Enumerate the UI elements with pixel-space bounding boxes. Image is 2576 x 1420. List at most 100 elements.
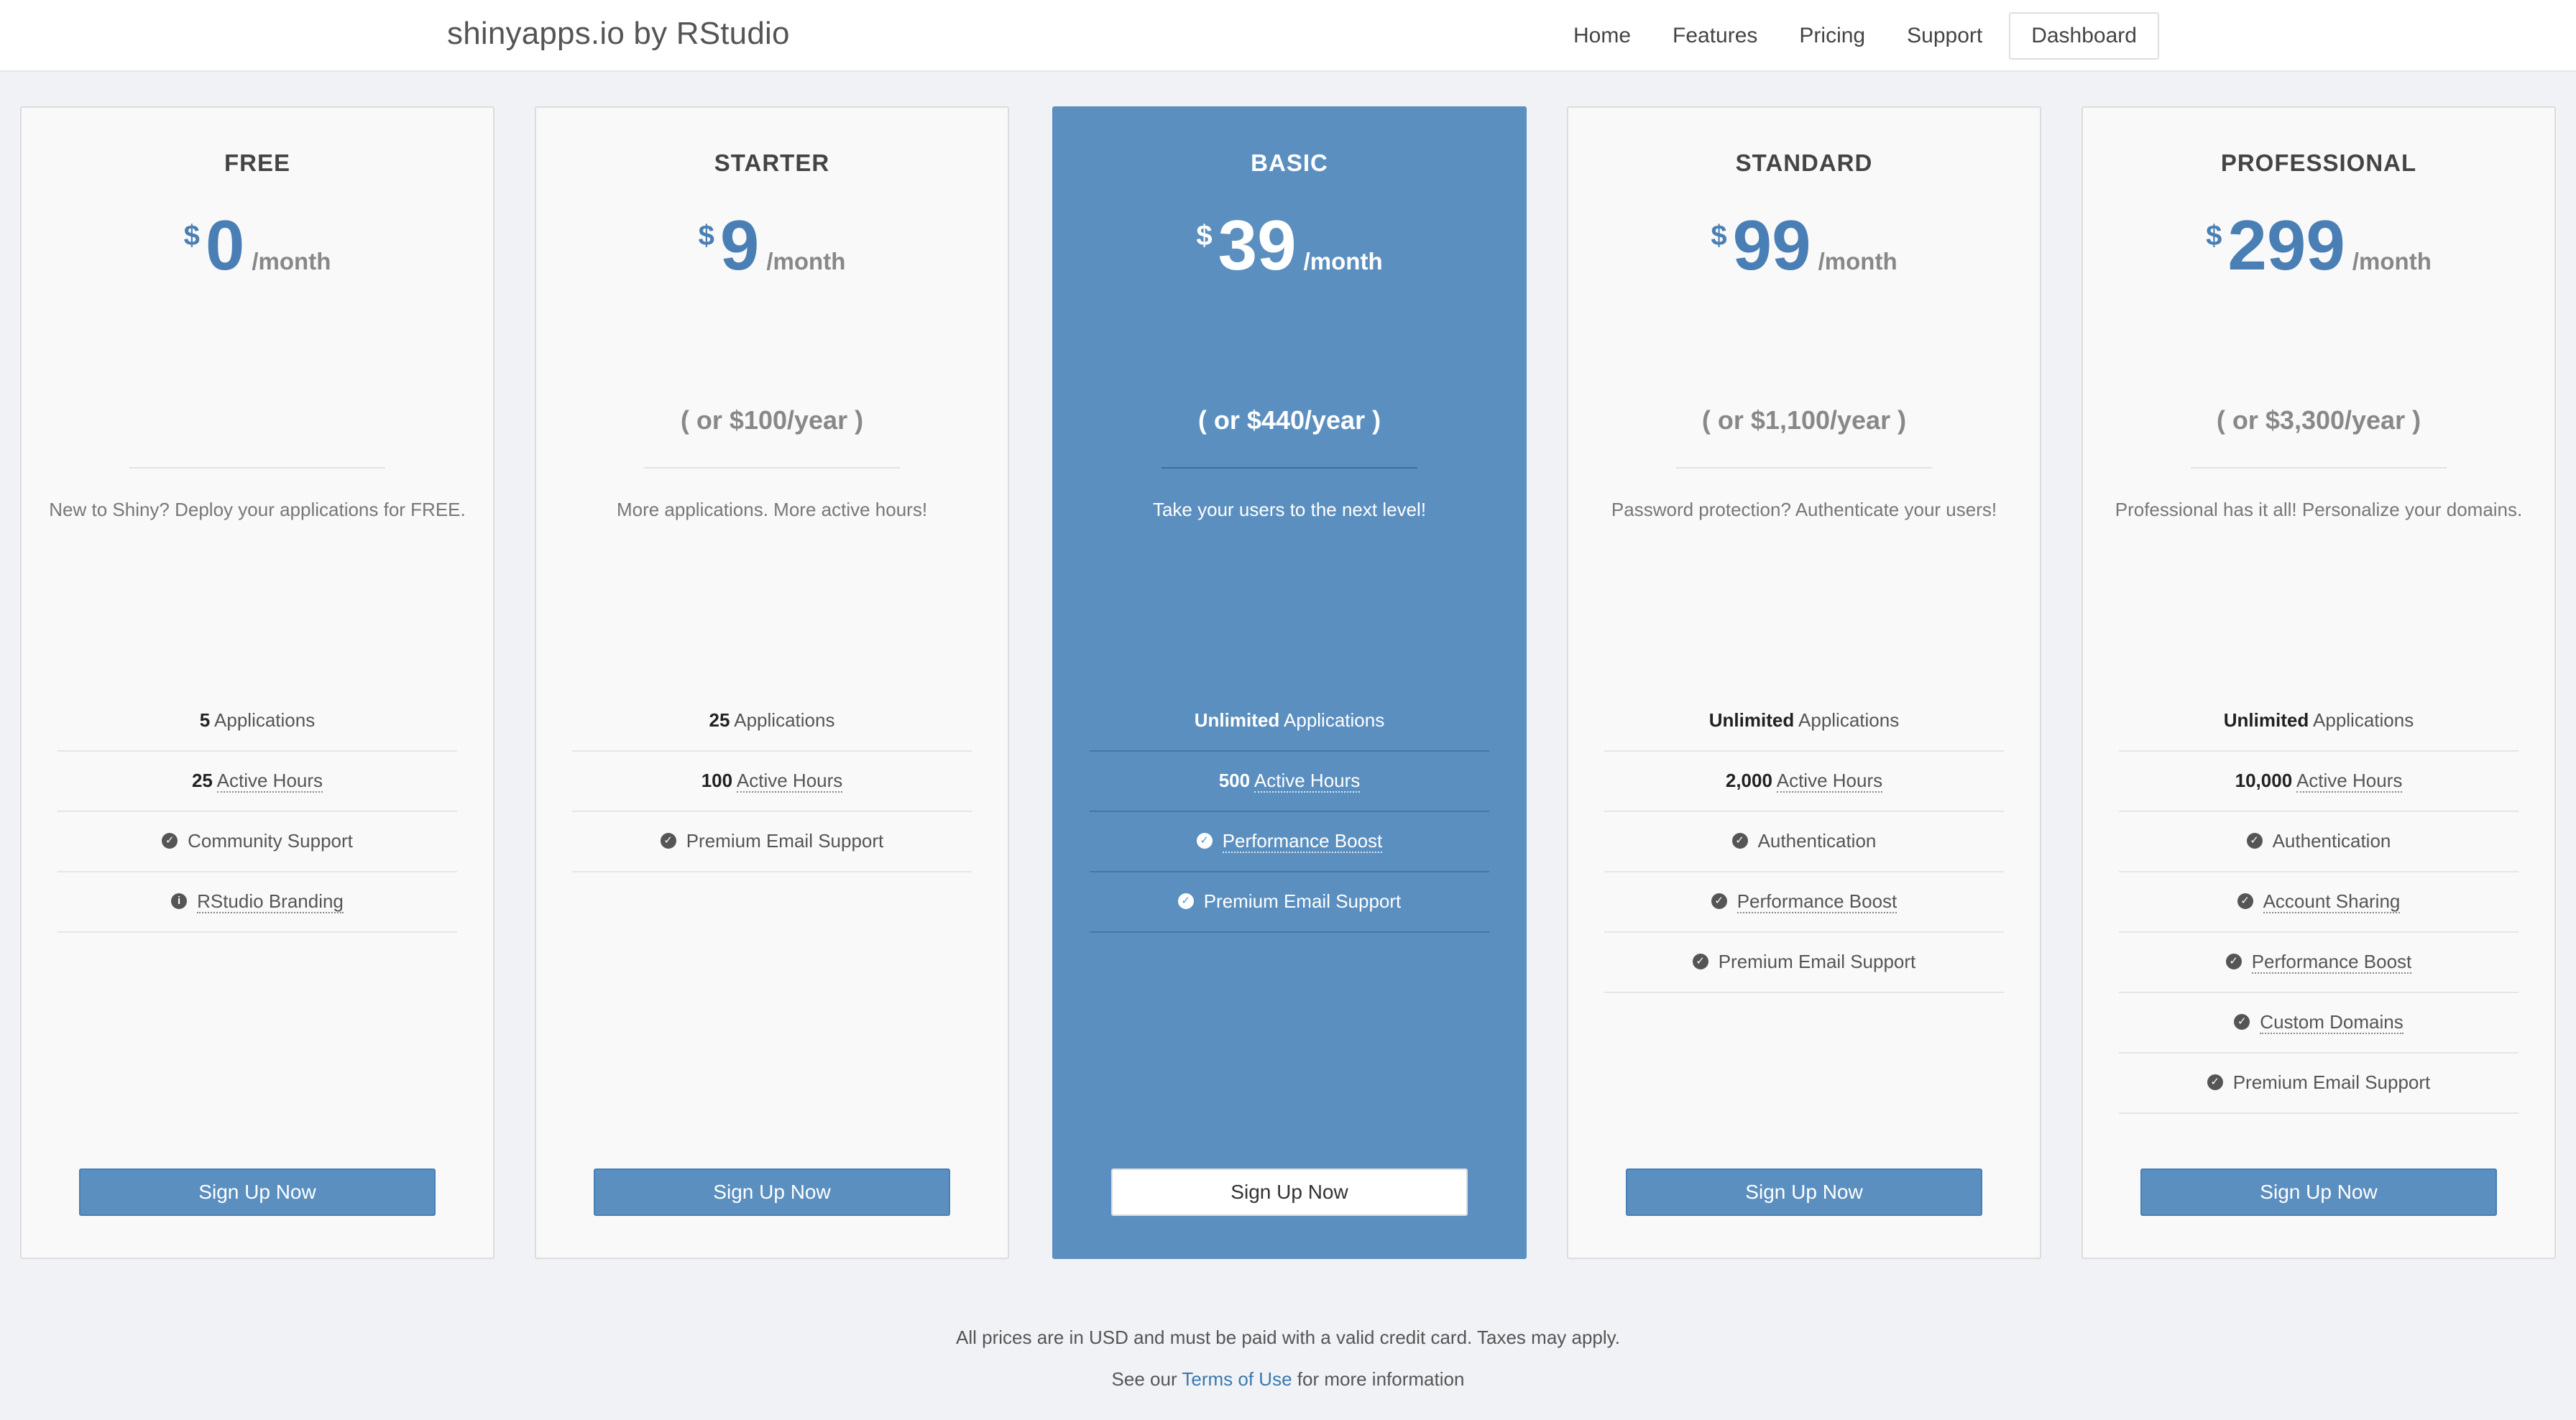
feature-item: ✓ Authentication bbox=[2119, 812, 2518, 872]
nav-features-link[interactable]: Features bbox=[1652, 14, 1778, 58]
yearly-price: ( or $100/year ) bbox=[680, 405, 864, 435]
check-circle-icon: ✓ bbox=[1711, 893, 1727, 910]
feature-label: Applications bbox=[1798, 709, 1900, 731]
feature-label: Premium Email Support bbox=[1203, 890, 1402, 912]
feature-list: Unlimited Applications 10,000 Active Hour… bbox=[2119, 691, 2518, 1114]
feature-label: Community Support bbox=[188, 830, 353, 852]
check-circle-icon: ✓ bbox=[1731, 833, 1748, 849]
feature-label[interactable]: Performance Boost bbox=[2251, 951, 2412, 974]
feature-label: Applications bbox=[214, 709, 316, 731]
sign-up-button[interactable]: Sign Up Now bbox=[1626, 1168, 1982, 1216]
feature-item: ✓ Performance Boost bbox=[1604, 872, 2004, 933]
check-circle-icon: ✓ bbox=[2237, 893, 2253, 910]
currency-symbol: $ bbox=[1196, 220, 1213, 252]
sign-up-button[interactable]: Sign Up Now bbox=[1111, 1168, 1468, 1216]
plan-name: STANDARD bbox=[1735, 149, 1873, 176]
plan-card-professional: PROFESSIONAL $299/month ( or $3,300/year )… bbox=[2082, 106, 2556, 1259]
feature-item: 5 Applications bbox=[58, 691, 457, 752]
main-nav: Home Features Pricing Support Dashboard bbox=[1552, 12, 2159, 60]
currency-symbol: $ bbox=[1711, 220, 1727, 252]
plan-description: Password protection? Authenticate your u… bbox=[1611, 499, 1997, 520]
plan-name: STARTER bbox=[714, 149, 830, 176]
price-amount: 9 bbox=[719, 206, 760, 285]
feature-label: Applications bbox=[734, 709, 835, 731]
price-amount: 0 bbox=[205, 206, 245, 285]
currency-symbol: $ bbox=[698, 220, 714, 252]
price-amount: 39 bbox=[1218, 206, 1297, 285]
feature-label[interactable]: Active Hours bbox=[736, 770, 843, 793]
feature-label[interactable]: RStudio Branding bbox=[197, 890, 344, 913]
price-divider bbox=[1162, 467, 1417, 469]
pricing-footnote: All prices are in USD and must be paid w… bbox=[956, 1327, 1620, 1348]
check-circle-icon: ✓ bbox=[2225, 954, 2242, 970]
brand-logo-text[interactable]: shinyapps.io by RStudio bbox=[447, 16, 790, 52]
price-period: /month bbox=[1303, 248, 1383, 275]
info-circle-icon: i bbox=[171, 893, 188, 910]
feature-label[interactable]: Active Hours bbox=[1254, 770, 1361, 793]
feature-item: ✓ Premium Email Support bbox=[2119, 1054, 2518, 1114]
feature-label: Premium Email Support bbox=[686, 830, 884, 852]
feature-item: ✓ Account Sharing bbox=[2119, 872, 2518, 933]
price-amount: 299 bbox=[2227, 206, 2345, 285]
feature-label[interactable]: Custom Domains bbox=[2260, 1011, 2404, 1034]
feature-item: ✓ Premium Email Support bbox=[1604, 933, 2004, 993]
feature-label: Applications bbox=[1284, 709, 1385, 731]
check-circle-icon: ✓ bbox=[1196, 833, 1213, 849]
price-divider bbox=[1676, 467, 1932, 469]
nav-pricing-link[interactable]: Pricing bbox=[1778, 14, 1886, 58]
sign-up-button[interactable]: Sign Up Now bbox=[79, 1168, 436, 1216]
plan-price: $299/month bbox=[2083, 210, 2554, 280]
check-circle-icon: ✓ bbox=[660, 833, 676, 849]
feature-item: 100 Active Hours bbox=[572, 752, 972, 812]
feature-value: 10,000 bbox=[2235, 770, 2293, 791]
feature-item: 25 Active Hours bbox=[58, 752, 457, 812]
feature-list: Unlimited Applications 500 Active Hours ✓ P… bbox=[1090, 691, 1489, 933]
feature-value: 500 bbox=[1218, 770, 1251, 791]
feature-value: Unlimited bbox=[2223, 709, 2309, 731]
feature-value: Unlimited bbox=[1194, 709, 1280, 731]
nav-support-link[interactable]: Support bbox=[1886, 14, 2003, 58]
price-divider bbox=[129, 467, 385, 469]
plan-description: Take your users to the next level! bbox=[1152, 499, 1427, 520]
plan-name: FREE bbox=[224, 149, 290, 176]
plan-card-basic: BASIC $39/month ( or $440/year ) Take your … bbox=[1052, 106, 1527, 1259]
nav-dashboard-button[interactable]: Dashboard bbox=[2009, 12, 2159, 60]
feature-item: 10,000 Active Hours bbox=[2119, 752, 2518, 812]
price-divider bbox=[2191, 467, 2447, 469]
feature-label[interactable]: Account Sharing bbox=[2263, 890, 2401, 913]
plan-description: More applications. More active hours! bbox=[616, 499, 928, 520]
feature-item: ✓ Performance Boost bbox=[1090, 812, 1489, 872]
feature-item: ✓ Authentication bbox=[1604, 812, 2004, 872]
feature-label: Authentication bbox=[2272, 830, 2391, 852]
yearly-price: ( or $440/year ) bbox=[1197, 405, 1381, 435]
feature-label[interactable]: Active Hours bbox=[1776, 770, 1883, 793]
feature-label[interactable]: Active Hours bbox=[2296, 770, 2403, 793]
feature-value: 2,000 bbox=[1725, 770, 1772, 791]
feature-value: Unlimited bbox=[1708, 709, 1795, 731]
feature-item: ✓ Premium Email Support bbox=[572, 812, 972, 872]
feature-item: Unlimited Applications bbox=[1604, 691, 2004, 752]
check-circle-icon: ✓ bbox=[2234, 1014, 2250, 1031]
feature-item: 500 Active Hours bbox=[1090, 752, 1489, 812]
feature-label: Applications bbox=[2313, 709, 2414, 731]
yearly-price: ( or $3,300/year ) bbox=[2216, 405, 2421, 435]
nav-home-link[interactable]: Home bbox=[1552, 14, 1652, 58]
plan-description: Professional has it all! Personalize you… bbox=[2115, 499, 2523, 520]
check-circle-icon: ✓ bbox=[1692, 954, 1708, 970]
price-period: /month bbox=[252, 248, 331, 275]
feature-label[interactable]: Performance Boost bbox=[1736, 890, 1898, 913]
sign-up-button[interactable]: Sign Up Now bbox=[594, 1168, 950, 1216]
plan-name: BASIC bbox=[1251, 149, 1328, 176]
feature-label[interactable]: Active Hours bbox=[216, 770, 323, 793]
terms-prefix: See our bbox=[1111, 1368, 1177, 1390]
feature-label: Premium Email Support bbox=[2232, 1071, 2431, 1093]
price-divider bbox=[644, 467, 900, 469]
feature-list: Unlimited Applications 2,000 Active Hours… bbox=[1604, 691, 2004, 993]
feature-label[interactable]: Performance Boost bbox=[1222, 830, 1383, 853]
check-circle-icon: ✓ bbox=[2246, 833, 2263, 849]
feature-item: ✓ Custom Domains bbox=[2119, 993, 2518, 1054]
feature-list: 25 Applications 100 Active Hours ✓ Premium … bbox=[572, 691, 972, 872]
terms-of-use-link[interactable]: Terms of Use bbox=[1182, 1368, 1292, 1390]
price-period: /month bbox=[766, 248, 846, 275]
sign-up-button[interactable]: Sign Up Now bbox=[2140, 1168, 2497, 1216]
